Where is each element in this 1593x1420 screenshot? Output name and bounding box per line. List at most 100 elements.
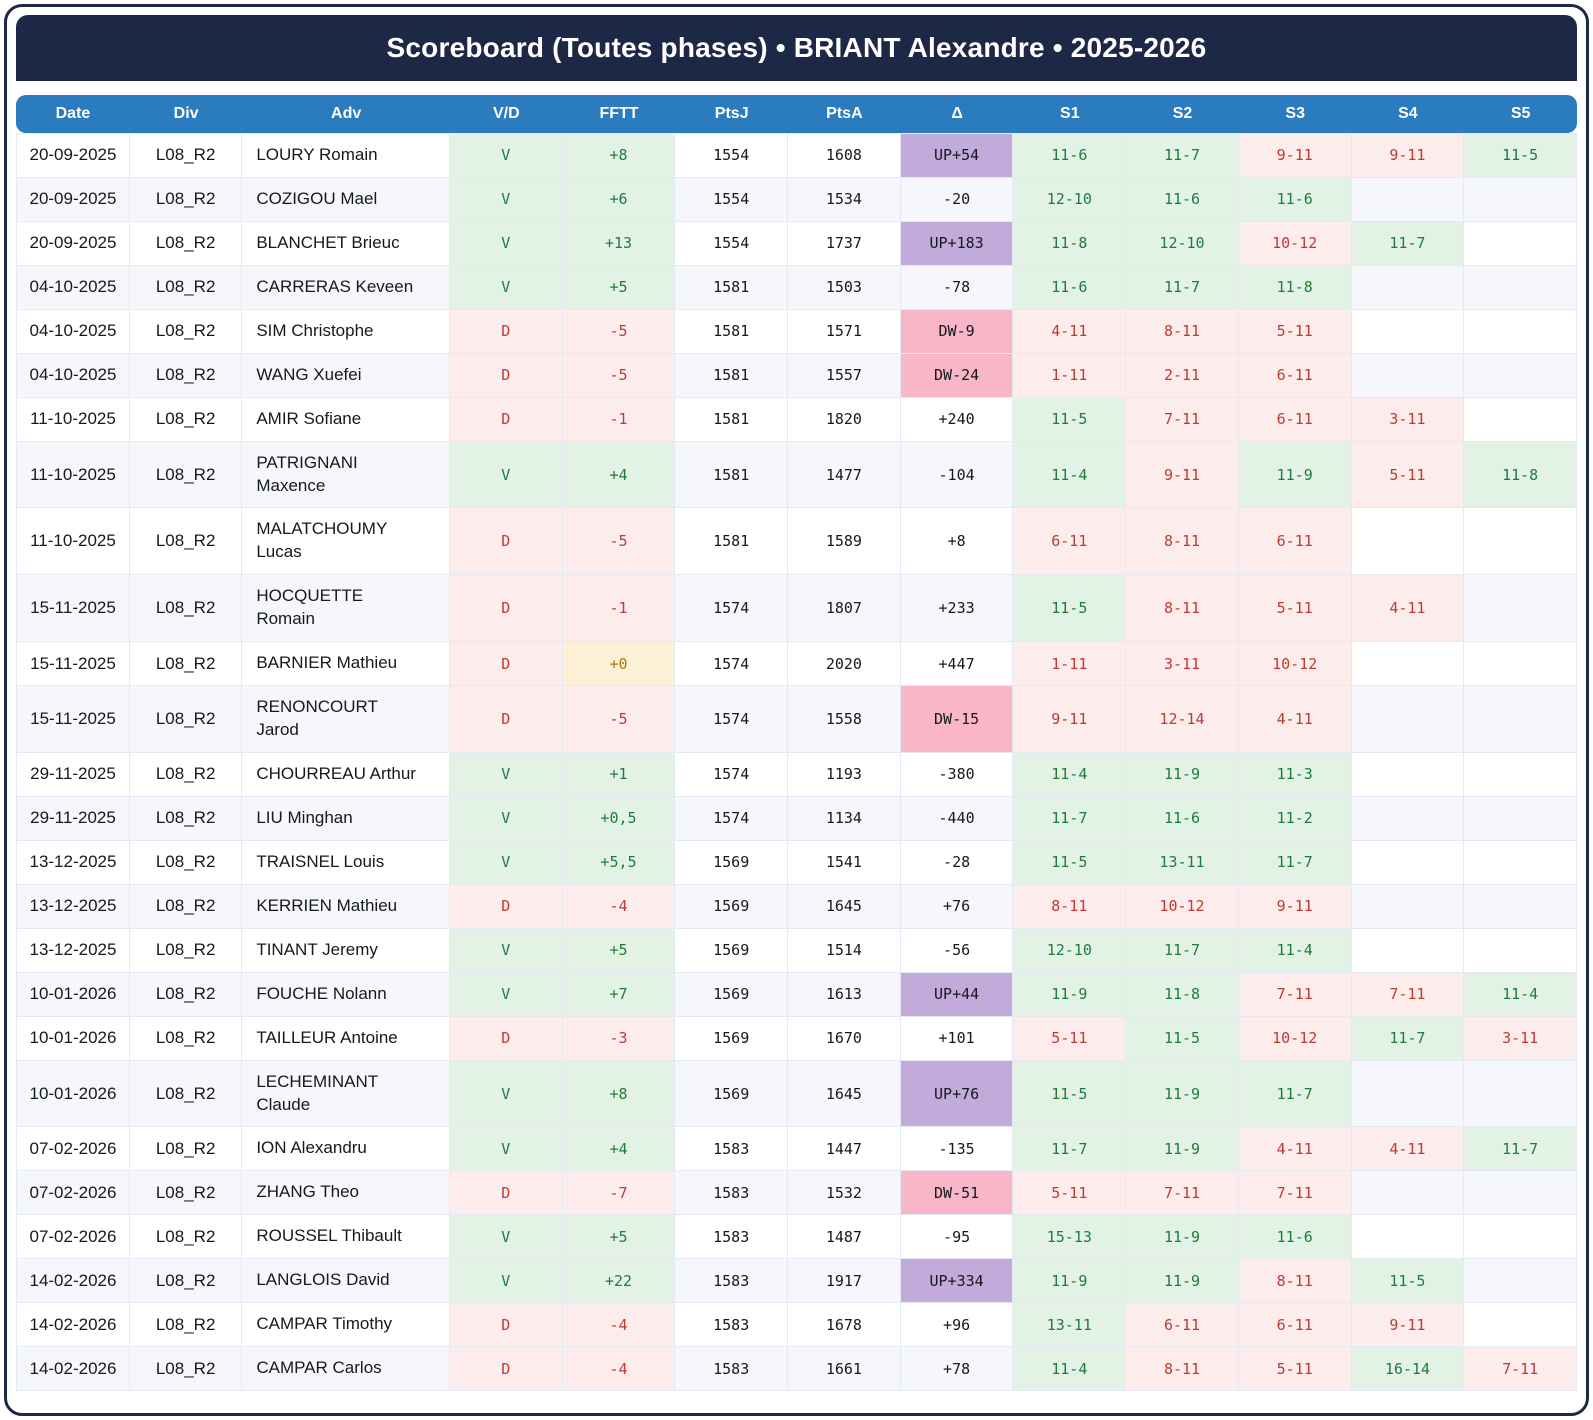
cell-date: 14-02-2026 bbox=[16, 1347, 130, 1392]
cell-s2: 11-9 bbox=[1126, 1259, 1239, 1304]
cell-s2: 11-7 bbox=[1126, 928, 1239, 973]
match-row: 14-02-2026 L08_R2 CAMPAR Carlos D -4 1583 1661… bbox=[16, 1347, 1577, 1392]
cell-delta: -104 bbox=[900, 441, 1014, 509]
cell-s2: 9-11 bbox=[1126, 441, 1239, 509]
match-row: 20-09-2025 L08_R2 LOURY Romain V +8 1554 1608 U… bbox=[16, 133, 1577, 178]
match-row: 10-01-2026 L08_R2 TAILLEUR Antoine D -3 1569 1… bbox=[16, 1016, 1577, 1061]
cell-ptsj: 1581 bbox=[675, 265, 789, 310]
cell-vd: V bbox=[449, 1259, 563, 1304]
cell-s4: 7-11 bbox=[1351, 972, 1465, 1017]
cell-s5 bbox=[1464, 642, 1577, 687]
cell-s1: 12-10 bbox=[1013, 177, 1127, 222]
cell-s5 bbox=[1464, 1215, 1577, 1260]
cell-date: 14-02-2026 bbox=[16, 1259, 130, 1304]
cell-adv: COZIGOU Mael bbox=[242, 177, 450, 222]
match-row: 07-02-2026 L08_R2 ROUSSEL Thibault V +5 1583 1… bbox=[16, 1215, 1577, 1260]
cell-ptsa: 1645 bbox=[788, 1060, 901, 1128]
cell-s5 bbox=[1464, 796, 1577, 841]
cell-s1: 4-11 bbox=[1013, 309, 1127, 354]
cell-ptsj: 1581 bbox=[675, 309, 789, 354]
cell-s4: 5-11 bbox=[1351, 441, 1465, 509]
cell-delta: +78 bbox=[900, 1347, 1014, 1392]
cell-vd: V bbox=[449, 840, 563, 885]
cell-ptsa: 1447 bbox=[788, 1127, 901, 1172]
cell-date: 07-02-2026 bbox=[16, 1171, 130, 1216]
cell-adv: LOURY Romain bbox=[242, 133, 450, 178]
cell-s1: 11-5 bbox=[1013, 1060, 1127, 1128]
cell-adv: SIM Christophe bbox=[242, 309, 450, 354]
cell-delta: -440 bbox=[900, 796, 1014, 841]
cell-adv: KERRIEN Mathieu bbox=[242, 884, 450, 929]
cell-s3: 9-11 bbox=[1238, 884, 1352, 929]
match-row: 10-01-2026 L08_R2 FOUCHE Nolann V +7 1569 1613… bbox=[16, 972, 1577, 1017]
cell-s4 bbox=[1351, 686, 1465, 753]
col-header-s4: S4 bbox=[1351, 95, 1465, 133]
cell-adv: ZHANG Theo bbox=[242, 1171, 450, 1216]
cell-delta: -78 bbox=[900, 265, 1014, 310]
cell-fftt: -4 bbox=[562, 1347, 676, 1392]
match-row: 20-09-2025 L08_R2 COZIGOU Mael V +6 1554 1534-… bbox=[16, 177, 1577, 222]
cell-s4 bbox=[1351, 928, 1465, 973]
match-row: 11-10-2025 L08_R2 MALATCHOUMY Lucas D -5 1581… bbox=[16, 508, 1577, 576]
cell-ptsj: 1581 bbox=[675, 441, 789, 509]
cell-ptsa: 1820 bbox=[788, 397, 901, 442]
cell-ptsa: 1532 bbox=[788, 1171, 901, 1216]
match-row: 04-10-2025 L08_R2 CARRERAS Keveen V +5 1581 15… bbox=[16, 265, 1577, 310]
cell-ptsj: 1583 bbox=[675, 1171, 789, 1216]
cell-s5 bbox=[1464, 1259, 1577, 1304]
col-header-ptsa: PtsA bbox=[788, 95, 901, 133]
cell-delta: +8 bbox=[900, 508, 1014, 576]
cell-s3: 11-9 bbox=[1238, 441, 1352, 509]
cell-s3: 7-11 bbox=[1238, 972, 1352, 1017]
cell-fftt: -5 bbox=[562, 686, 676, 753]
scoreboard-card: Scoreboard (Toutes phases) • BRIANT Alex… bbox=[4, 4, 1589, 1417]
cell-s5: 7-11 bbox=[1464, 1347, 1577, 1392]
match-row: 13-12-2025 L08_R2 TINANT Jeremy V +5 1569 1514… bbox=[16, 928, 1577, 973]
cell-ptsj: 1554 bbox=[675, 221, 789, 266]
cell-s4 bbox=[1351, 1171, 1465, 1216]
cell-div: L08_R2 bbox=[129, 397, 243, 442]
cell-s4: 4-11 bbox=[1351, 575, 1465, 643]
cell-s5 bbox=[1464, 753, 1577, 797]
cell-s2: 11-9 bbox=[1126, 1127, 1239, 1172]
cell-s5: 11-8 bbox=[1464, 441, 1577, 509]
cell-s4 bbox=[1351, 796, 1465, 841]
cell-ptsj: 1574 bbox=[675, 796, 789, 841]
cell-div: L08_R2 bbox=[129, 1016, 243, 1061]
cell-ptsj: 1583 bbox=[675, 1259, 789, 1304]
cell-s4: 9-11 bbox=[1351, 133, 1465, 178]
cell-adv: CAMPAR Carlos bbox=[242, 1347, 450, 1392]
cell-fftt: -3 bbox=[562, 1016, 676, 1061]
cell-div: L08_R2 bbox=[129, 309, 243, 354]
cell-s3: 6-11 bbox=[1238, 397, 1352, 442]
cell-div: L08_R2 bbox=[129, 928, 243, 973]
cell-ptsa: 1670 bbox=[788, 1016, 901, 1061]
cell-vd: V bbox=[449, 133, 563, 178]
match-row: 10-01-2026 L08_R2 LECHEMINANT Claude V +8 156… bbox=[16, 1060, 1577, 1128]
cell-date: 07-02-2026 bbox=[16, 1215, 130, 1260]
cell-s5 bbox=[1464, 508, 1577, 576]
col-header-adv: Adv bbox=[242, 95, 450, 133]
cell-date: 11-10-2025 bbox=[16, 441, 130, 509]
cell-vd: D bbox=[449, 508, 563, 576]
match-row: 04-10-2025 L08_R2 WANG Xuefei D -5 1581 1557 DW… bbox=[16, 353, 1577, 398]
cell-s4: 16-14 bbox=[1351, 1347, 1465, 1392]
cell-fftt: -5 bbox=[562, 309, 676, 354]
match-row: 15-11-2025 L08_R2 RENONCOURT Jarod D -5 1574 1… bbox=[16, 686, 1577, 753]
cell-vd: V bbox=[449, 221, 563, 266]
cell-date: 13-12-2025 bbox=[16, 840, 130, 885]
col-header-s2: S2 bbox=[1126, 95, 1239, 133]
cell-s2: 11-9 bbox=[1126, 753, 1239, 797]
cell-s5 bbox=[1464, 1060, 1577, 1128]
cell-vd: D bbox=[449, 575, 563, 643]
cell-div: L08_R2 bbox=[129, 1259, 243, 1304]
match-row: 29-11-2025 L08_R2 LIU Minghan V +0,5 1574 1134… bbox=[16, 796, 1577, 841]
match-row: 15-11-2025 L08_R2 HOCQUETTE Romain D -1 1574 1… bbox=[16, 575, 1577, 643]
cell-ptsj: 1583 bbox=[675, 1127, 789, 1172]
cell-s3: 6-11 bbox=[1238, 508, 1352, 576]
cell-delta: DW-9 bbox=[900, 309, 1014, 354]
cell-date: 07-02-2026 bbox=[16, 1127, 130, 1172]
cell-delta: +101 bbox=[900, 1016, 1014, 1061]
cell-ptsa: 1557 bbox=[788, 353, 901, 398]
cell-s1: 6-11 bbox=[1013, 508, 1127, 576]
